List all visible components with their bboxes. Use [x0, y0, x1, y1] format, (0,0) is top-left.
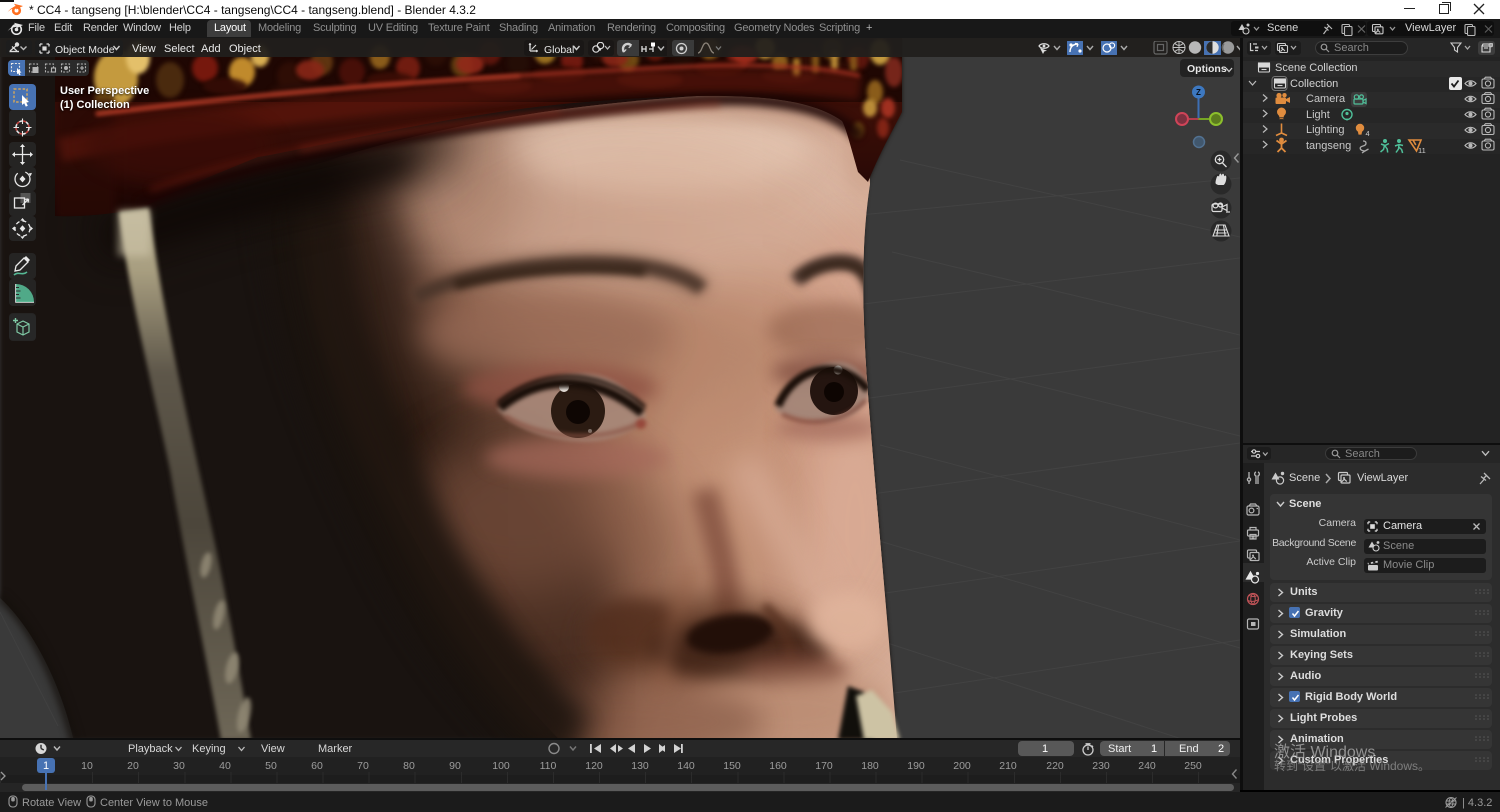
- svg-text:4: 4: [1366, 129, 1370, 138]
- svg-text:Z: Z: [1196, 88, 1201, 97]
- svg-text:11: 11: [1418, 146, 1426, 155]
